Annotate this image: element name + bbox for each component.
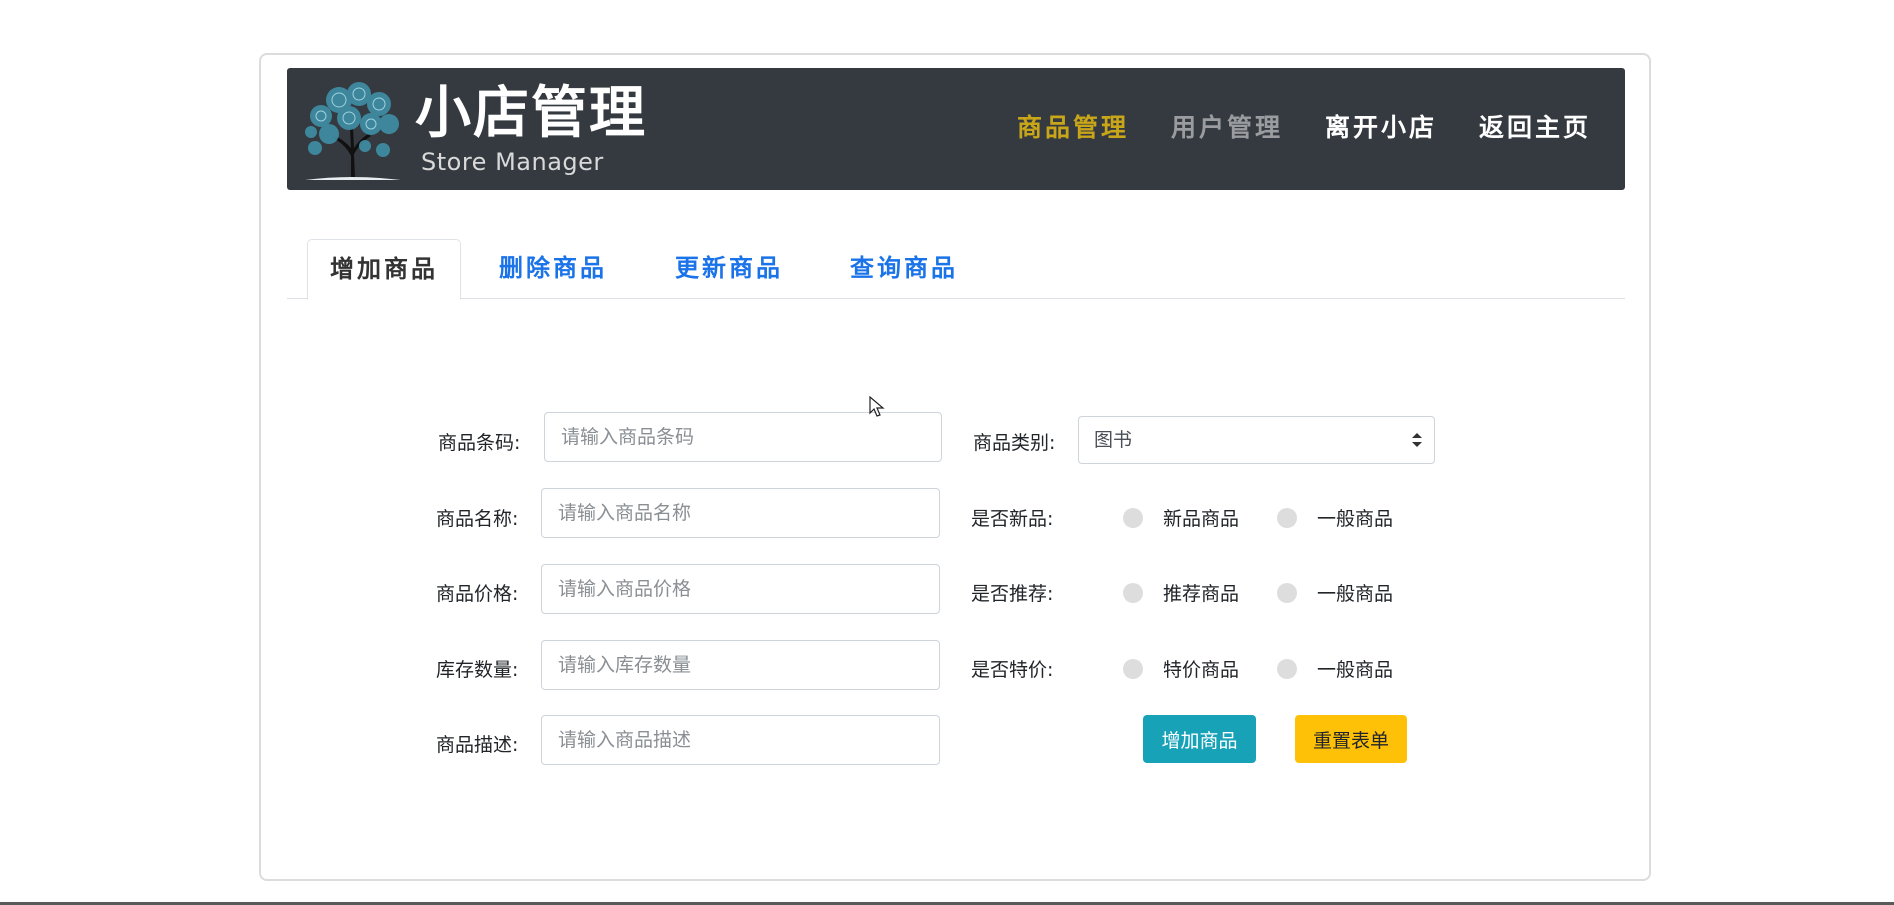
radio-regular-product-recommended[interactable]: 一般商品 bbox=[1277, 579, 1393, 606]
tab-bar: 增加商品 删除商品 更新商品 查询商品 bbox=[287, 236, 1625, 300]
barcode-label: 商品条码: bbox=[438, 432, 521, 454]
select-caret-icon bbox=[1412, 433, 1422, 447]
tab-update-product[interactable]: 更新商品 bbox=[675, 239, 783, 300]
category-label: 商品类别: bbox=[973, 432, 1056, 454]
main-card: 小店管理 Store Manager 商品管理 用户管理 离开小店 返回主页 增… bbox=[259, 53, 1651, 881]
top-nav: 商品管理 用户管理 离开小店 返回主页 bbox=[1017, 108, 1591, 144]
tree-logo-icon bbox=[305, 82, 401, 180]
header-bar: 小店管理 Store Manager 商品管理 用户管理 离开小店 返回主页 bbox=[287, 68, 1625, 190]
radio-label: 一般商品 bbox=[1317, 508, 1394, 530]
mouse-cursor-icon bbox=[869, 396, 885, 417]
radio-special-price-product[interactable]: 特价商品 bbox=[1123, 655, 1239, 682]
radio-circle-icon bbox=[1277, 582, 1297, 603]
brand-subtitle: Store Manager bbox=[421, 148, 604, 176]
category-selected-value: 图书 bbox=[1094, 429, 1133, 451]
radio-circle-icon bbox=[1123, 582, 1143, 603]
nav-leave-store[interactable]: 离开小店 bbox=[1325, 108, 1437, 144]
desc-label: 商品描述: bbox=[436, 734, 519, 756]
tab-query-product[interactable]: 查询商品 bbox=[850, 239, 958, 300]
radio-recommended-product[interactable]: 推荐商品 bbox=[1123, 579, 1239, 606]
is-new-label: 是否新品: bbox=[971, 508, 1054, 530]
tab-add-product[interactable]: 增加商品 bbox=[307, 239, 461, 300]
radio-label: 新品商品 bbox=[1163, 508, 1240, 530]
category-select[interactable]: 图书 bbox=[1078, 416, 1435, 464]
radio-label: 一般商品 bbox=[1317, 583, 1394, 605]
radio-label: 推荐商品 bbox=[1163, 583, 1240, 605]
radio-circle-icon bbox=[1123, 507, 1143, 528]
radio-label: 一般商品 bbox=[1317, 659, 1394, 681]
radio-circle-icon bbox=[1277, 507, 1297, 528]
is-special-label: 是否特价: bbox=[971, 659, 1054, 681]
name-label: 商品名称: bbox=[436, 508, 519, 530]
nav-return-home[interactable]: 返回主页 bbox=[1479, 108, 1591, 144]
radio-circle-icon bbox=[1277, 658, 1297, 679]
barcode-input[interactable] bbox=[544, 412, 942, 462]
nav-product-management[interactable]: 商品管理 bbox=[1017, 108, 1129, 144]
radio-circle-icon bbox=[1123, 658, 1143, 679]
radio-regular-product-special[interactable]: 一般商品 bbox=[1277, 655, 1393, 682]
reset-form-button[interactable]: 重置表单 bbox=[1295, 715, 1407, 763]
name-input[interactable] bbox=[541, 488, 940, 538]
add-product-button[interactable]: 增加商品 bbox=[1143, 715, 1256, 763]
price-input[interactable] bbox=[541, 564, 940, 614]
radio-regular-product-new[interactable]: 一般商品 bbox=[1277, 504, 1393, 531]
desc-input[interactable] bbox=[541, 715, 940, 765]
radio-label: 特价商品 bbox=[1163, 659, 1240, 681]
stock-input[interactable] bbox=[541, 640, 940, 690]
radio-new-product[interactable]: 新品商品 bbox=[1123, 504, 1239, 531]
price-label: 商品价格: bbox=[436, 583, 519, 605]
tab-delete-product[interactable]: 删除商品 bbox=[499, 239, 607, 300]
nav-user-management[interactable]: 用户管理 bbox=[1171, 108, 1283, 144]
stock-label: 库存数量: bbox=[436, 659, 519, 681]
is-recommended-label: 是否推荐: bbox=[971, 583, 1054, 605]
brand-title: 小店管理 bbox=[415, 81, 647, 146]
